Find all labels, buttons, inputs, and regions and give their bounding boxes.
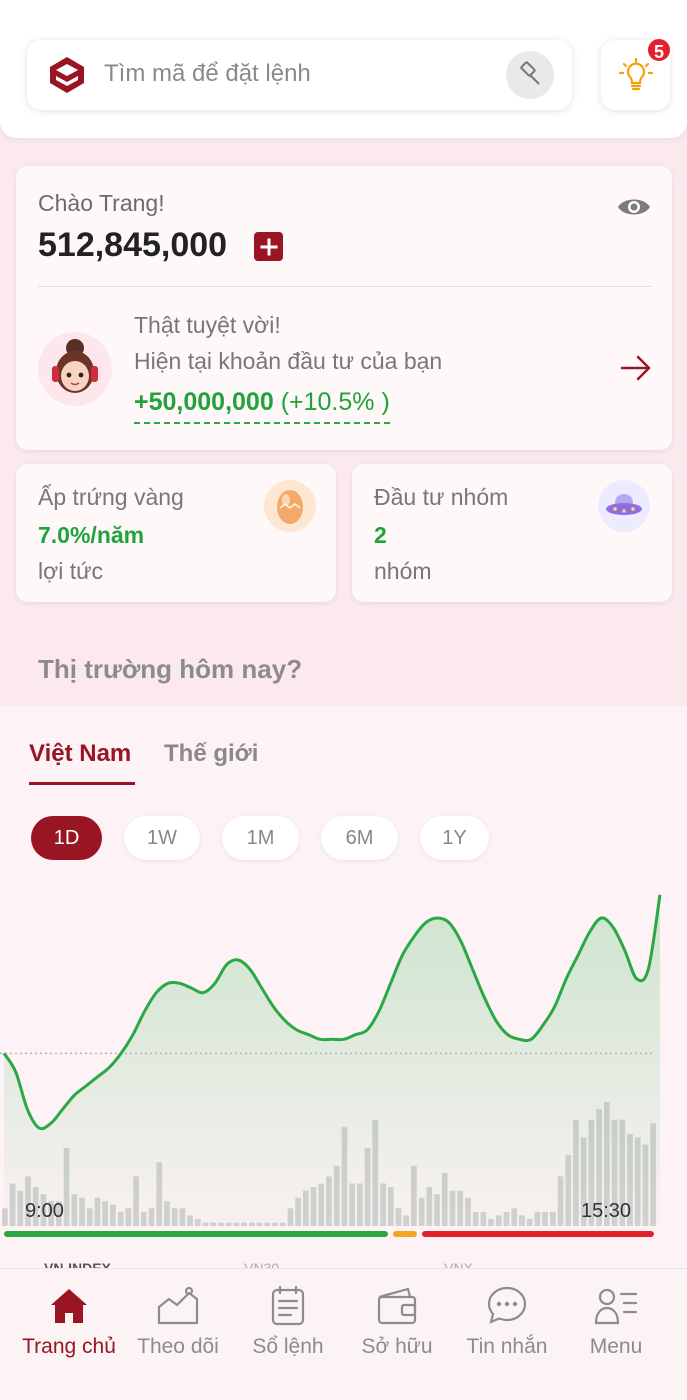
price-area bbox=[4, 894, 660, 1226]
period-1m[interactable]: 1M bbox=[222, 816, 299, 860]
egg-title: Ấp trứng vàng bbox=[38, 484, 184, 510]
period-1d[interactable]: 1D bbox=[31, 816, 102, 860]
chat-icon bbox=[487, 1286, 527, 1324]
market-panel: Việt Nam Thế giới 1D 1W 1M 6M 1Y 9:00 15… bbox=[0, 706, 687, 1276]
account-balance: 512,845,000 bbox=[38, 226, 228, 264]
nav-portfolio[interactable]: Sở hữu bbox=[342, 1269, 452, 1379]
wallet-icon bbox=[377, 1287, 417, 1325]
group-count: 2 bbox=[374, 522, 387, 548]
gain-amount: +50,000,000 bbox=[134, 388, 274, 416]
golden-egg-icon bbox=[264, 480, 316, 532]
tab-world[interactable]: Thế giới bbox=[164, 740, 258, 768]
eye-icon[interactable] bbox=[616, 194, 652, 220]
hammer-button[interactable] bbox=[506, 51, 554, 99]
chart-end-time: 15:30 bbox=[581, 1200, 632, 1222]
nav-orders-label: Sổ lệnh bbox=[252, 1335, 324, 1358]
greeting-text: Chào Trang! bbox=[38, 190, 165, 216]
golden-egg-card[interactable]: Ấp trứng vàng 7.0%/năm lợi tức bbox=[16, 464, 336, 602]
group-title: Đầu tư nhóm bbox=[374, 484, 509, 510]
nav-messages[interactable]: Tin nhắn bbox=[452, 1269, 562, 1379]
nav-watch[interactable]: Theo dõi bbox=[123, 1269, 233, 1379]
divider bbox=[38, 286, 652, 287]
period-1y[interactable]: 1Y bbox=[420, 816, 489, 860]
nav-home-label: Trang chủ bbox=[22, 1335, 116, 1358]
ufo-icon bbox=[598, 480, 650, 532]
hammer-icon bbox=[520, 61, 540, 85]
group-sub: nhóm bbox=[374, 558, 432, 584]
chart-start-time: 9:00 bbox=[25, 1200, 64, 1222]
order-book-icon bbox=[271, 1285, 305, 1326]
tab-vietnam[interactable]: Việt Nam bbox=[29, 740, 131, 768]
egg-sub: lợi tức bbox=[38, 558, 103, 584]
nav-portfolio-label: Sở hữu bbox=[361, 1335, 433, 1358]
message-title: Thật tuyệt vời! bbox=[134, 312, 281, 338]
breadth-declining bbox=[422, 1231, 654, 1237]
active-tab-indicator bbox=[29, 782, 135, 785]
breadth-advancing bbox=[4, 1231, 388, 1237]
group-invest-card[interactable]: Đầu tư nhóm 2 nhóm bbox=[352, 464, 672, 602]
chart-icon bbox=[157, 1286, 199, 1325]
avatar bbox=[38, 332, 112, 406]
nav-orders[interactable]: Sổ lệnh bbox=[233, 1269, 343, 1379]
notification-badge: 5 bbox=[646, 37, 672, 63]
nav-messages-label: Tin nhắn bbox=[466, 1335, 548, 1358]
nav-menu-label: Menu bbox=[589, 1335, 643, 1358]
breadth-unchanged bbox=[393, 1231, 417, 1237]
home-icon bbox=[51, 1289, 87, 1323]
period-6m[interactable]: 6M bbox=[321, 816, 398, 860]
search-bar[interactable]: Tìm mã để đặt lệnh bbox=[27, 40, 572, 110]
deposit-button[interactable] bbox=[254, 232, 283, 261]
search-input[interactable]: Tìm mã để đặt lệnh bbox=[104, 60, 311, 88]
nav-home[interactable]: Trang chủ bbox=[14, 1269, 124, 1379]
message-body: Hiện tại khoản đầu tư của bạn bbox=[134, 348, 443, 374]
brand-logo-icon bbox=[50, 57, 84, 93]
market-section-title: Thị trường hôm nay? bbox=[38, 654, 303, 684]
nav-watch-label: Theo dõi bbox=[137, 1335, 219, 1358]
arrow-right-icon[interactable] bbox=[620, 354, 652, 382]
period-1w[interactable]: 1W bbox=[124, 816, 200, 860]
lightbulb-icon bbox=[618, 57, 653, 91]
investment-gain[interactable]: +50,000,000 (+10.5% ) bbox=[134, 388, 390, 424]
balance-card: Chào Trang! 512,845,000 Thật tuyệt vời! … bbox=[16, 166, 672, 450]
egg-rate: 7.0%/năm bbox=[38, 522, 145, 548]
header: Tìm mã để đặt lệnh 5 bbox=[0, 0, 687, 138]
menu-icon bbox=[594, 1288, 638, 1325]
index-chart bbox=[0, 894, 662, 1237]
bottom-nav: Trang chủ Theo dõi Sổ lệnh Sở hữu Tin nh… bbox=[0, 1268, 687, 1400]
gain-percent: (+10.5% ) bbox=[280, 388, 390, 416]
nav-menu[interactable]: Menu bbox=[561, 1269, 671, 1379]
